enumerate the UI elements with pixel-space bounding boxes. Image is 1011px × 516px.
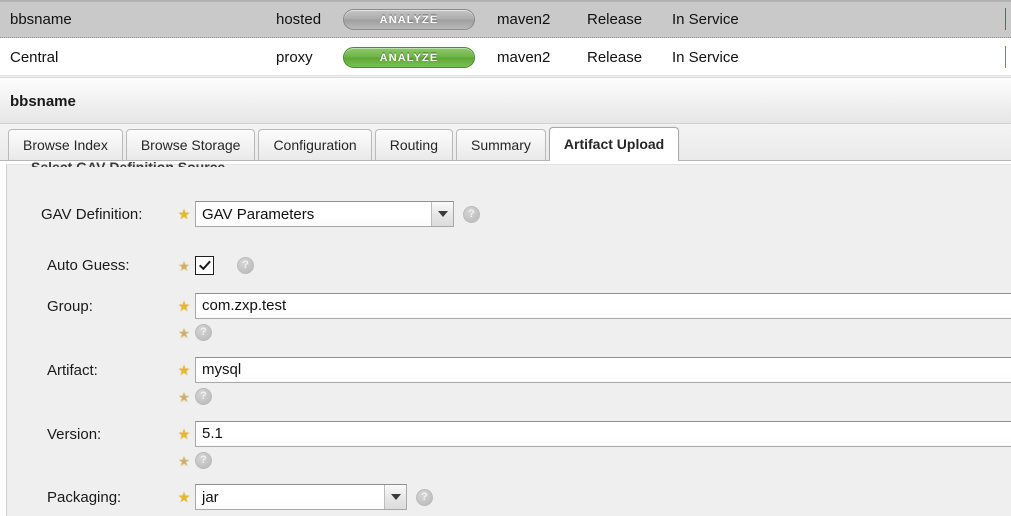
repo-format-cell: maven2 [497, 49, 587, 66]
health-check-cell: ANALYZE [343, 47, 497, 68]
table-row[interactable]: bbsname hosted ANALYZE maven2 Release In… [0, 1, 1011, 38]
repository-grid: bbsname hosted ANALYZE maven2 Release In… [0, 0, 1011, 78]
version-input[interactable] [195, 421, 1011, 447]
required-star-icon: ★ [173, 427, 195, 441]
repo-status-cell: In Service [672, 11, 852, 28]
artifact-help-row: ★ ? [7, 388, 1011, 405]
artifact-input[interactable] [195, 357, 1011, 383]
field-row-auto-guess: Auto Guess: ★ ? [7, 256, 1011, 275]
help-icon[interactable]: ? [195, 324, 212, 341]
field-row-group: Group: ★ [7, 293, 1011, 319]
repo-type-cell: proxy [276, 49, 343, 66]
group-input[interactable] [195, 293, 1011, 319]
packaging-label: Packaging: [7, 489, 173, 506]
help-icon[interactable]: ? [195, 452, 212, 469]
tab-artifact-upload[interactable]: Artifact Upload [549, 127, 679, 160]
auto-guess-label: Auto Guess: [7, 257, 173, 274]
page-title: bbsname [0, 93, 76, 110]
repo-name-cell: Central [0, 49, 276, 66]
required-star-icon: ★ [173, 299, 195, 313]
version-label: Version: [7, 426, 173, 443]
field-row-version: Version: ★ [7, 421, 1011, 447]
gav-definition-fieldset: Select GAV Definition Source GAV Definit… [6, 164, 1011, 516]
field-row-packaging: Packaging: ★ jar ? [7, 484, 1011, 510]
grid-bottom-edge [0, 76, 1011, 78]
chevron-down-icon[interactable] [431, 202, 453, 226]
tab-browse-index[interactable]: Browse Index [8, 129, 123, 160]
repo-format-cell: maven2 [497, 11, 587, 28]
fieldset-legend: Select GAV Definition Source [31, 161, 225, 167]
table-row[interactable]: Central proxy ANALYZE maven2 Release In … [0, 39, 1011, 76]
tab-browse-storage[interactable]: Browse Storage [126, 129, 256, 160]
repo-status-cell: In Service [672, 49, 852, 66]
artifact-upload-screen: bbsname hosted ANALYZE maven2 Release In… [0, 0, 1011, 516]
artifact-upload-form: Select GAV Definition Source GAV Definit… [0, 161, 1011, 516]
help-icon[interactable]: ? [463, 206, 480, 223]
required-star-icon: ★ [173, 490, 195, 504]
repo-name-cell: bbsname [0, 11, 276, 28]
grid-right-edge-stub [1005, 46, 1011, 68]
required-star-icon: ★ [173, 207, 195, 221]
gav-definition-select[interactable]: GAV Parameters [195, 201, 454, 227]
field-row-gav-definition: GAV Definition: ★ GAV Parameters ? [7, 201, 1011, 227]
field-row-artifact: Artifact: ★ [7, 357, 1011, 383]
chevron-down-icon[interactable] [384, 485, 406, 509]
tab-configuration[interactable]: Configuration [258, 129, 371, 160]
grid-right-edge-stub [1005, 8, 1011, 30]
required-star-icon: ★ [173, 363, 195, 377]
analyze-button[interactable]: ANALYZE [343, 47, 475, 68]
version-help-row: ★ ? [7, 452, 1011, 469]
group-help-row: ★ ? [7, 324, 1011, 341]
packaging-value: jar [196, 485, 384, 509]
panel-header: bbsname [0, 79, 1011, 124]
health-check-cell: ANALYZE [343, 9, 497, 30]
auto-guess-checkbox[interactable] [195, 256, 214, 275]
analyze-button[interactable]: ANALYZE [343, 9, 475, 30]
gav-definition-value: GAV Parameters [196, 202, 431, 226]
packaging-select[interactable]: jar [195, 484, 407, 510]
help-icon[interactable]: ? [195, 388, 212, 405]
repo-policy-cell: Release [587, 49, 672, 66]
required-star-placeholder: ★ [173, 259, 195, 273]
tab-summary[interactable]: Summary [456, 129, 546, 160]
group-label: Group: [7, 298, 173, 315]
help-icon[interactable]: ? [416, 489, 433, 506]
tab-bar: Browse Index Browse Storage Configuratio… [0, 124, 1011, 161]
repo-policy-cell: Release [587, 11, 672, 28]
tab-routing[interactable]: Routing [375, 129, 453, 160]
help-icon[interactable]: ? [237, 257, 254, 274]
artifact-label: Artifact: [7, 362, 173, 379]
gav-definition-label: GAV Definition: [7, 206, 173, 223]
repo-type-cell: hosted [276, 11, 343, 28]
